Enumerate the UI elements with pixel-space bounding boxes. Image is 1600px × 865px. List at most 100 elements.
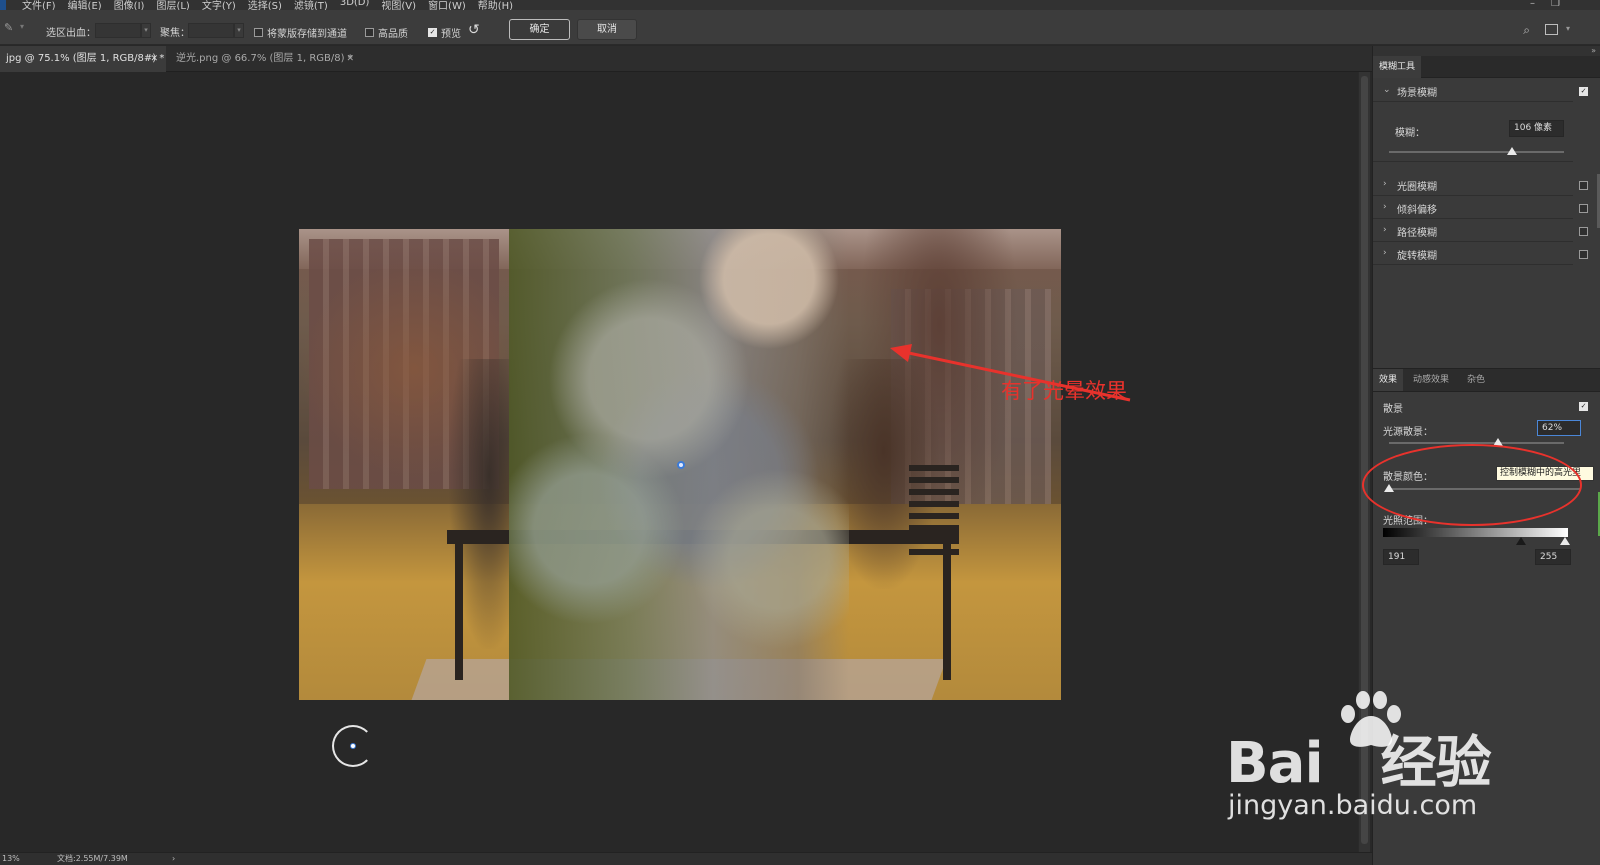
iris-blur-label: 光圈模糊 bbox=[1397, 182, 1437, 193]
spin-blur-checkbox[interactable] bbox=[1579, 250, 1588, 259]
tab-noise[interactable]: 杂色 bbox=[1461, 369, 1491, 391]
tab-title: jpg @ 75.1% (图层 1, RGB/8#) * bbox=[6, 53, 165, 64]
save-mask-label: 将蒙版存储到通道 bbox=[267, 29, 347, 40]
save-mask-checkbox[interactable]: 将蒙版存储到通道 bbox=[254, 25, 347, 40]
light-range-low-thumb[interactable] bbox=[1516, 537, 1526, 545]
pin-tool-icon[interactable]: ✎ bbox=[4, 21, 13, 34]
close-icon[interactable]: ✕ bbox=[346, 46, 354, 72]
menu-item[interactable]: 选择(S) bbox=[248, 0, 282, 10]
menu-item[interactable]: 视图(V) bbox=[381, 0, 416, 10]
tool-preset-caret-icon[interactable]: ▾ bbox=[20, 22, 24, 31]
blur-pin-handle[interactable] bbox=[677, 461, 685, 469]
effects-tab-bar: 效果 动感效果 杂色 bbox=[1373, 368, 1600, 392]
menu-item[interactable]: 3D(D) bbox=[340, 0, 370, 10]
blur-tools-tab-bar: 模糊工具 bbox=[1373, 56, 1600, 78]
path-blur-row[interactable]: › 路径模糊 bbox=[1373, 220, 1573, 242]
zoom-level[interactable]: 13% bbox=[2, 853, 20, 865]
status-menu-icon[interactable]: › bbox=[172, 853, 175, 865]
menu-item[interactable]: 文字(Y) bbox=[202, 0, 236, 10]
workspace-icon[interactable] bbox=[1545, 24, 1558, 35]
annotation-text: 有了光晕效果 bbox=[1001, 379, 1127, 403]
ok-button[interactable]: 确定 bbox=[509, 19, 570, 40]
spin-blur-row[interactable]: › 旋转模糊 bbox=[1373, 243, 1573, 265]
bench-back bbox=[909, 465, 959, 555]
light-bokeh-label: 光源散景： bbox=[1383, 427, 1433, 438]
blur-amount-slider-thumb[interactable] bbox=[1506, 147, 1517, 155]
selection-bleed-stepper[interactable]: ▾ bbox=[141, 23, 151, 38]
restore-icon[interactable]: ❐ bbox=[1551, 0, 1560, 9]
menu-item[interactable]: 图层(L) bbox=[156, 0, 189, 10]
preview-box[interactable]: ✓ bbox=[428, 28, 437, 37]
search-icon[interactable]: ⌕ bbox=[1523, 23, 1530, 38]
collapse-panels-icon[interactable]: » bbox=[1591, 46, 1596, 55]
spin-blur-label: 旋转模糊 bbox=[1397, 251, 1437, 262]
chevron-right-icon[interactable]: › bbox=[1383, 225, 1387, 235]
tab-blur-tools[interactable]: 模糊工具 bbox=[1373, 56, 1422, 78]
annotation-ellipse bbox=[1362, 444, 1582, 526]
focus-stepper[interactable]: ▾ bbox=[234, 23, 244, 38]
photoshop-logo-icon[interactable] bbox=[0, 0, 6, 10]
tab-motion-effects[interactable]: 动感效果 bbox=[1407, 369, 1455, 391]
scene-blur-checkbox[interactable]: ✓ bbox=[1579, 87, 1588, 96]
selection-bleed-input[interactable] bbox=[95, 23, 141, 38]
bench-leg bbox=[455, 540, 463, 680]
light-range-high-input[interactable]: 255 bbox=[1535, 549, 1571, 565]
tab-title: 逆光.png @ 66.7% (图层 1, RGB/8) * bbox=[176, 53, 353, 64]
tab-effects[interactable]: 效果 bbox=[1373, 369, 1404, 391]
scrollbar-thumb[interactable] bbox=[1361, 76, 1368, 844]
light-range-high-thumb[interactable] bbox=[1560, 537, 1570, 545]
iris-blur-checkbox[interactable] bbox=[1579, 181, 1588, 190]
preview-label: 预览 bbox=[441, 29, 461, 40]
tilt-shift-checkbox[interactable] bbox=[1579, 204, 1588, 213]
document-tab-bar: jpg @ 75.1% (图层 1, RGB/8#) * ✕ 逆光.png @ … bbox=[0, 46, 1372, 72]
document-size: 文档:2.55M/7.39M bbox=[57, 854, 128, 863]
menu-item[interactable]: 图像(I) bbox=[114, 0, 145, 10]
menu-item[interactable]: 滤镜(T) bbox=[294, 0, 328, 10]
tilt-shift-row[interactable]: › 倾斜偏移 bbox=[1373, 197, 1573, 219]
focus-input[interactable] bbox=[188, 23, 234, 38]
reset-icon[interactable]: ↺ bbox=[468, 22, 480, 38]
high-quality-box[interactable] bbox=[365, 28, 374, 37]
menu-item[interactable]: 编辑(E) bbox=[68, 0, 102, 10]
menu-item[interactable]: 文件(F) bbox=[22, 0, 56, 10]
light-range-gradient bbox=[1383, 528, 1568, 537]
light-range-low-input[interactable]: 191 bbox=[1383, 549, 1419, 565]
scene-blur-row[interactable]: ⌄ 场景模糊 bbox=[1373, 80, 1573, 102]
light-bokeh-input[interactable]: 62% bbox=[1537, 420, 1581, 436]
blur-amount-slider[interactable] bbox=[1389, 151, 1564, 153]
effects-panel: 散景 ✓ 光源散景： 62% 散景颜色： 控制模糊中的高光里 光照范围： 191… bbox=[1362, 392, 1600, 865]
high-quality-checkbox[interactable]: 高品质 bbox=[365, 25, 408, 40]
save-mask-box[interactable] bbox=[254, 28, 263, 37]
blur-amount-input[interactable]: 106 像素 bbox=[1509, 120, 1564, 137]
chevron-right-icon[interactable]: › bbox=[1383, 179, 1387, 189]
loading-spinner-center bbox=[350, 743, 356, 749]
tilt-shift-label: 倾斜偏移 bbox=[1397, 205, 1437, 216]
blur-amount-label: 模糊： bbox=[1395, 128, 1425, 139]
blur-tools-panel: ⌄ 场景模糊 ✓ 模糊： 106 像素 › 光圈模糊 › 倾斜偏移 › 路径模糊… bbox=[1373, 78, 1600, 378]
cancel-button[interactable]: 取消 bbox=[577, 19, 637, 40]
preview-checkbox[interactable]: ✓ 预览 bbox=[428, 25, 461, 40]
chevron-right-icon[interactable]: › bbox=[1383, 202, 1387, 212]
menu-item[interactable]: 窗口(W) bbox=[428, 0, 466, 10]
menu-item[interactable]: 帮助(H) bbox=[478, 0, 513, 10]
options-bar: ✎ ▾ 选区出血： ▾ 聚焦： ▾ 将蒙版存储到通道 高品质 ✓ 预览 ↺ 确定… bbox=[0, 10, 1600, 45]
menu-items: 文件(F) 编辑(E) 图像(I) 图层(L) 文字(Y) 选择(S) 滤镜(T) 3D(D)… bbox=[22, 0, 513, 10]
tab-document-2[interactable]: 逆光.png @ 66.7% (图层 1, RGB/8) * ✕ bbox=[170, 46, 362, 72]
status-bar: 13% 文档:2.55M/7.39M › bbox=[0, 852, 1372, 865]
bokeh-checkbox[interactable]: ✓ bbox=[1579, 402, 1588, 411]
menu-bar: 文件(F) 编辑(E) 图像(I) 图层(L) 文字(Y) 选择(S) 滤镜(T) 3D(D)… bbox=[0, 0, 1600, 10]
chevron-down-icon[interactable]: ⌄ bbox=[1383, 85, 1391, 95]
chevron-right-icon[interactable]: › bbox=[1383, 248, 1387, 258]
minimize-icon[interactable]: – bbox=[1530, 0, 1535, 9]
scene-blur-settings: 模糊： 106 像素 bbox=[1373, 114, 1573, 162]
workspace-caret-icon[interactable]: ▾ bbox=[1566, 24, 1570, 33]
iris-blur-row[interactable]: › 光圈模糊 bbox=[1373, 174, 1573, 196]
canvas-scrollbar[interactable] bbox=[1358, 72, 1370, 852]
tab-document-1[interactable]: jpg @ 75.1% (图层 1, RGB/8#) * ✕ bbox=[0, 46, 166, 72]
high-quality-label: 高品质 bbox=[378, 29, 408, 40]
scene-blur-label: 场景模糊 bbox=[1397, 88, 1437, 99]
focus-label: 聚焦： bbox=[160, 28, 190, 39]
bokeh-label: 散景 bbox=[1383, 404, 1403, 415]
path-blur-checkbox[interactable] bbox=[1579, 227, 1588, 236]
close-icon[interactable]: ✕ bbox=[150, 46, 158, 72]
